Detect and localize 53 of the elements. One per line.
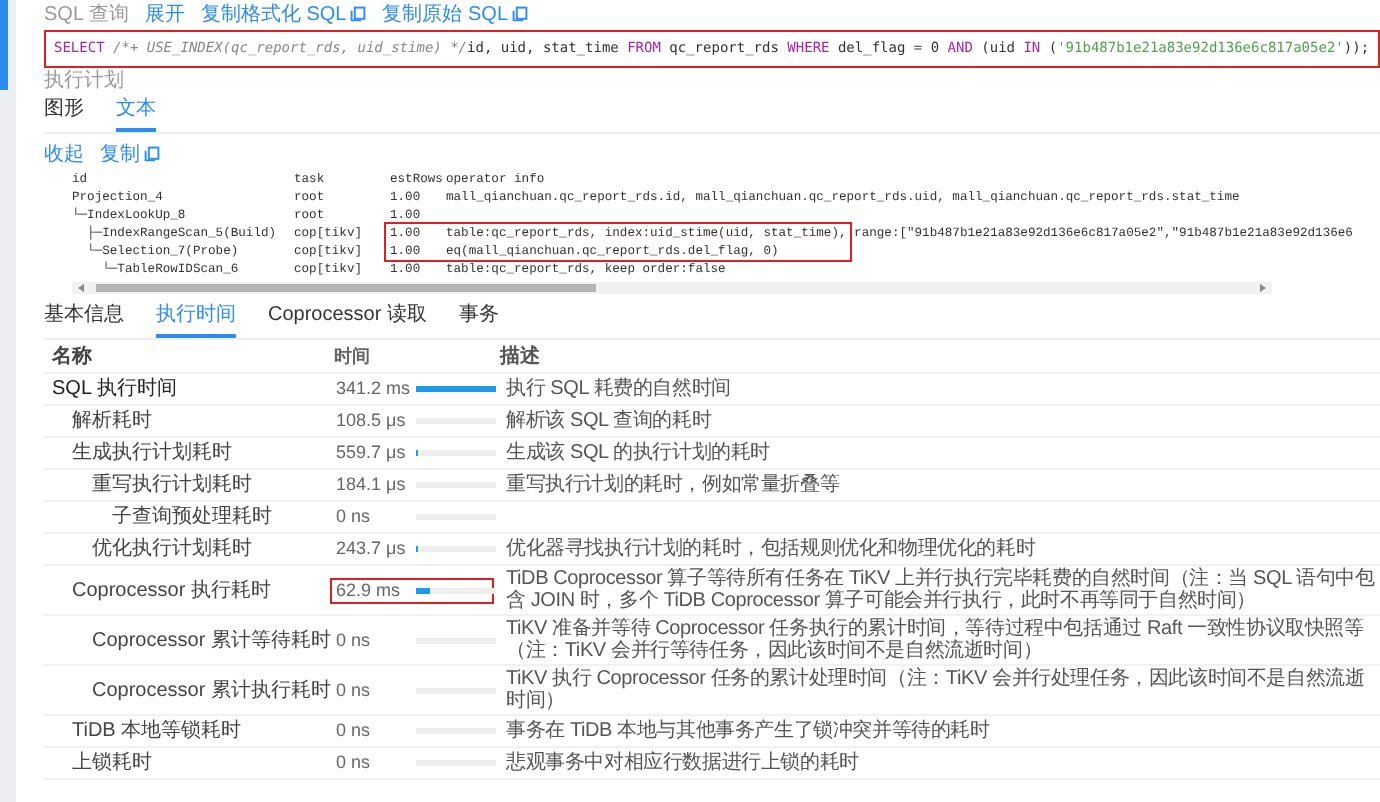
metric-name: Coprocessor 执行耗时 — [70, 579, 273, 601]
metric-time: 0 ns — [334, 506, 373, 528]
section-title: 执行计划 — [44, 70, 126, 94]
metric-time: 243.7 μs — [334, 538, 408, 560]
copy-icon — [512, 5, 529, 21]
metric-time: 0 ns — [334, 720, 373, 742]
metric-description: 执行 SQL 耗费的自然时间 — [504, 378, 733, 400]
metric-time: 0 ns — [334, 679, 373, 701]
metric-description: 事务在 TiDB 本地与其他事务产生了锁冲突并等待的耗时 — [504, 720, 992, 742]
metric-description: 重写执行计划的耗时，例如常量折叠等 — [504, 474, 842, 496]
view-tab[interactable]: 图形 — [44, 94, 84, 132]
metric-time: 184.1 μs — [334, 474, 408, 496]
metric-name: 子查询预处理耗时 — [110, 506, 274, 528]
metric-name: 解析耗时 — [70, 410, 154, 432]
metric-description: TiDB Coprocessor 算子等待所有任务在 TiKV 上并行执行完毕耗费的自然时间（注：当 SQL 语句中包含 JOIN 时，多个 TiDB Coprocessor 算子可能会并行执行，此时不再等同于自然时间） — [504, 568, 1377, 612]
header-link[interactable]: 复制原始 SQL — [382, 0, 529, 27]
metric-name: SQL 执行时间 — [50, 378, 179, 400]
column-header: 时间 — [332, 345, 372, 367]
plan-action-link[interactable]: 收起 — [44, 139, 84, 167]
header-link[interactable]: 复制格式化 SQL — [200, 0, 367, 27]
metric-time: 341.2 ms — [334, 378, 413, 400]
metric-name: 上锁耗时 — [70, 752, 154, 774]
column-header: 名称 — [50, 345, 94, 367]
view-tab[interactable]: 文本 — [116, 94, 156, 132]
metric-time: 0 ns — [334, 752, 373, 774]
metric-description: TiKV 执行 Coprocessor 任务的累计处理时间（注：TiKV 会并行处理任务，因此该时间不是自然流逝时间） — [504, 668, 1367, 712]
copy-icon — [144, 145, 160, 161]
metric-time: 108.5 μs — [334, 410, 408, 432]
duration-bar — [416, 386, 496, 392]
metric-name: 生成执行计划耗时 — [70, 442, 234, 464]
metric-name: TiDB 本地等锁耗时 — [70, 720, 244, 742]
metric-description: 生成该 SQL 的执行计划的耗时 — [504, 442, 772, 464]
column-header: 描述 — [497, 345, 542, 367]
detail-tab[interactable]: 执行时间 — [156, 300, 236, 338]
metric-name: Coprocessor 累计等待耗时 — [90, 629, 330, 651]
plan-action-link[interactable]: 复制 — [100, 139, 160, 167]
copy-icon — [350, 5, 367, 21]
metric-time: 559.7 μs — [334, 442, 408, 464]
metric-description: 悲观事务中对相应行数据进行上锁的耗时 — [504, 752, 861, 774]
metric-name: 优化执行计划耗时 — [90, 538, 254, 560]
section-title: SQL 查询 — [44, 1, 129, 27]
metric-description: 优化器寻找执行计划的耗时，包括规则优化和物理优化的耗时 — [504, 538, 1038, 560]
metric-description: 解析该 SQL 查询的耗时 — [504, 410, 714, 432]
detail-tab[interactable]: 事务 — [458, 300, 499, 338]
horizontal-scrollbar[interactable] — [72, 282, 1272, 294]
header-link[interactable]: 展开 — [144, 0, 185, 27]
detail-tab[interactable]: Coprocessor 读取 — [268, 300, 427, 338]
metric-time: 62.9 ms — [334, 579, 403, 601]
detail-tab[interactable]: 基本信息 — [44, 300, 124, 338]
metric-name: 重写执行计划耗时 — [90, 474, 254, 496]
metric-name: Coprocessor 累计执行耗时 — [90, 679, 330, 701]
metric-description: TiKV 准备并等待 Coprocessor 任务执行的累计时间，等待过程中包括通过 Raft 一致性协议取快照等（注：TiKV 会并行等待任务，因此该时间不是自然流逝时间） — [504, 618, 1366, 662]
metric-time: 0 ns — [334, 629, 373, 651]
